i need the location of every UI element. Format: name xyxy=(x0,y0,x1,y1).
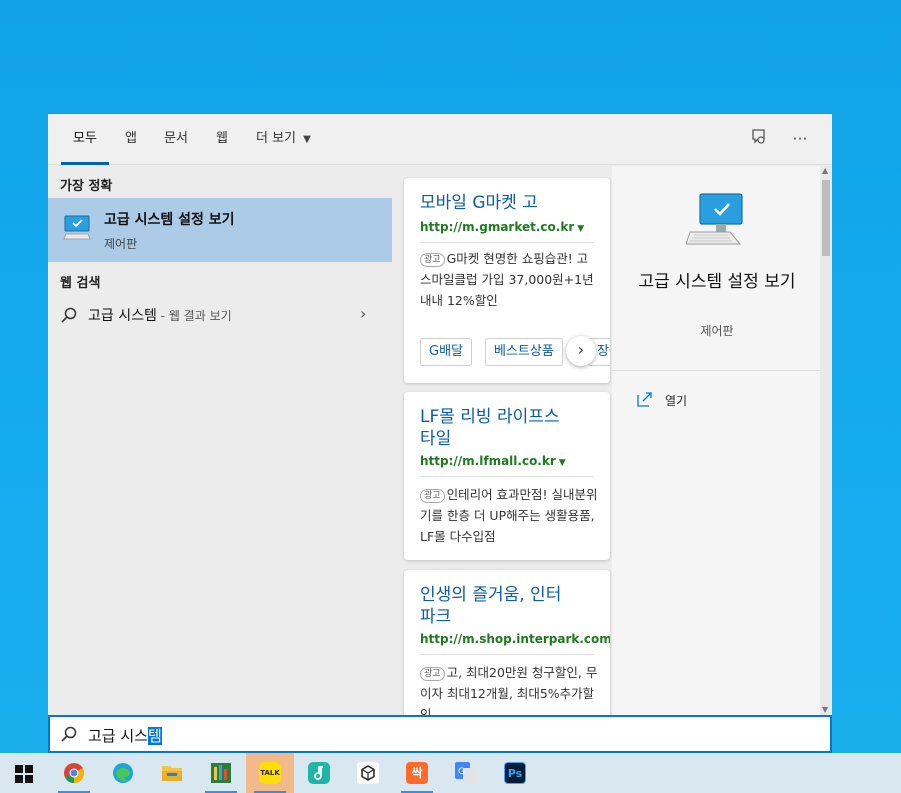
ad-card-gmarket[interactable]: 모바일 G마켓 고 http://m.gmarket.co.kr ▼ 광고 G마켓 … xyxy=(404,178,610,383)
taskbar-unity[interactable] xyxy=(344,753,392,793)
scroll-thumb[interactable] xyxy=(822,180,830,256)
search-tab-bar: 모두 앱 문서 웹 더 보기 ▼ ··· xyxy=(48,114,832,165)
ad-badge: 광고 xyxy=(420,667,445,681)
more-options-icon[interactable]: ··· xyxy=(788,127,812,151)
ad-url[interactable]: http://m.gmarket.co.kr ▼ xyxy=(420,220,584,234)
ad-url[interactable]: http://m.lfmall.co.kr ▼ xyxy=(420,454,566,468)
shopping-icon: 싹 xyxy=(406,762,428,784)
web-search-query: 고급 시스템 xyxy=(88,308,157,324)
system-settings-icon xyxy=(686,193,743,245)
ad-card-interpark[interactable]: 인생의 즐거움, 인터 파크 http://m.shop.interpark.co… xyxy=(404,570,610,716)
scroll-up-icon[interactable]: ▲ xyxy=(822,166,828,175)
system-settings-icon xyxy=(63,215,91,240)
tab-apps[interactable]: 앱 xyxy=(125,114,137,165)
taskbar-file-explorer[interactable] xyxy=(148,753,196,793)
chevron-down-icon: ▼ xyxy=(303,134,311,145)
divider xyxy=(612,370,822,371)
divider xyxy=(420,476,594,477)
ad-title[interactable]: 모바일 G마켓 고 xyxy=(420,192,538,214)
taskbar-photo-app[interactable] xyxy=(197,753,245,793)
music-icon xyxy=(308,762,330,784)
tab-web[interactable]: 웹 xyxy=(216,114,228,165)
taskbar-kakaotalk[interactable]: TALK xyxy=(246,753,294,793)
results-list: 가장 정확 고급 시스템 설정 보기 제어판 웹 검색 고급 시스템 - 웹 결… xyxy=(48,166,392,716)
web-search-suffix: - 웹 결과 보기 xyxy=(156,309,232,323)
ad-description: 광고 G마켓 현명한 쇼핑습관! 고 스마일클럽 가입 37,000원+1년내내 … xyxy=(420,251,594,308)
best-match-subtitle: 제어판 xyxy=(104,237,138,251)
search-icon xyxy=(61,726,77,742)
search-panel: 모두 앱 문서 웹 더 보기 ▼ ··· 가장 정확 고급 시스템 설정 보기 … xyxy=(48,114,832,716)
start-button[interactable] xyxy=(0,753,48,793)
ad-description: 광고 고, 최대20만원 청구할인, 무이자 최대12개월, 최대5%추가할인 xyxy=(420,665,598,716)
dropdown-arrow-icon: ▼ xyxy=(558,458,566,468)
tab-documents[interactable]: 문서 xyxy=(164,114,188,165)
selected-text: 템 xyxy=(147,727,162,745)
search-icon xyxy=(61,307,77,323)
taskbar: TALK 싹 G Ps xyxy=(0,753,901,793)
open-icon xyxy=(637,392,652,407)
search-box[interactable]: 고급 시스템 xyxy=(48,715,832,753)
kakaotalk-icon: TALK xyxy=(259,762,281,784)
chevron-right-icon[interactable]: › xyxy=(566,336,596,366)
ad-title[interactable]: 인생의 즐거움, 인터 파크 xyxy=(420,584,561,628)
ad-badge: 광고 xyxy=(420,253,445,267)
sitelink-chip[interactable]: G배달 xyxy=(420,338,472,366)
windows-icon xyxy=(15,765,33,783)
scrollbar[interactable]: ▲ ▼ xyxy=(820,166,832,716)
tab-more[interactable]: 더 보기 ▼ xyxy=(256,114,311,165)
tab-all[interactable]: 모두 xyxy=(61,114,109,165)
taskbar-shopping-app[interactable]: 싹 xyxy=(393,753,441,793)
ad-description: 광고 인테리어 효과만점! 실내분위기를 한층 더 UP해주는 생활용품, LF몰… xyxy=(420,487,598,544)
web-search-header: 웹 검색 xyxy=(60,276,101,291)
feedback-icon[interactable] xyxy=(747,127,771,151)
photo-app-icon xyxy=(211,763,231,783)
folder-icon xyxy=(162,766,182,781)
best-match-item[interactable]: 고급 시스템 설정 보기 제어판 xyxy=(48,198,392,262)
ad-badge: 광고 xyxy=(420,489,445,503)
divider xyxy=(420,654,594,655)
chrome-icon xyxy=(64,763,85,784)
ad-results: 모바일 G마켓 고 http://m.gmarket.co.kr ▼ 광고 G마켓 … xyxy=(392,166,612,716)
svg-text:G: G xyxy=(458,767,465,777)
tab-more-label: 더 보기 xyxy=(256,131,297,146)
best-match-title: 고급 시스템 설정 보기 xyxy=(104,212,235,228)
search-input[interactable]: 고급 시스템 xyxy=(88,725,162,746)
taskbar-edge[interactable] xyxy=(99,753,147,793)
ad-card-lfmall[interactable]: LF몰 리빙 라이프스 타일 http://m.lfmall.co.kr ▼ 광고 인… xyxy=(404,392,610,560)
preview-subtitle: 제어판 xyxy=(700,324,734,338)
web-search-item[interactable]: 고급 시스템 - 웹 결과 보기 › xyxy=(48,300,392,330)
sitelink-chip[interactable]: 베스트상품 xyxy=(485,338,563,366)
unity-icon xyxy=(357,762,379,784)
dropdown-arrow-icon: ▼ xyxy=(577,224,585,234)
taskbar-chrome[interactable] xyxy=(50,753,98,793)
scroll-down-icon[interactable]: ▼ xyxy=(822,705,828,714)
divider xyxy=(420,242,594,243)
ad-title[interactable]: LF몰 리빙 라이프스 타일 xyxy=(420,406,560,450)
taskbar-photoshop[interactable]: Ps xyxy=(491,753,539,793)
edge-icon xyxy=(113,763,133,783)
ad-url[interactable]: http://m.shop.interpark.com xyxy=(420,632,610,646)
preview-pane: 고급 시스템 설정 보기 제어판 열기 xyxy=(612,166,832,716)
chevron-right-icon[interactable]: › xyxy=(360,304,366,323)
photoshop-icon: Ps xyxy=(504,762,526,784)
preview-title: 고급 시스템 설정 보기 xyxy=(638,272,796,292)
taskbar-music-app[interactable] xyxy=(295,753,343,793)
taskbar-translate[interactable]: G xyxy=(442,753,490,793)
best-match-header: 가장 정확 xyxy=(60,179,113,194)
open-label: 열기 xyxy=(665,394,688,408)
translate-icon: G xyxy=(455,762,477,783)
